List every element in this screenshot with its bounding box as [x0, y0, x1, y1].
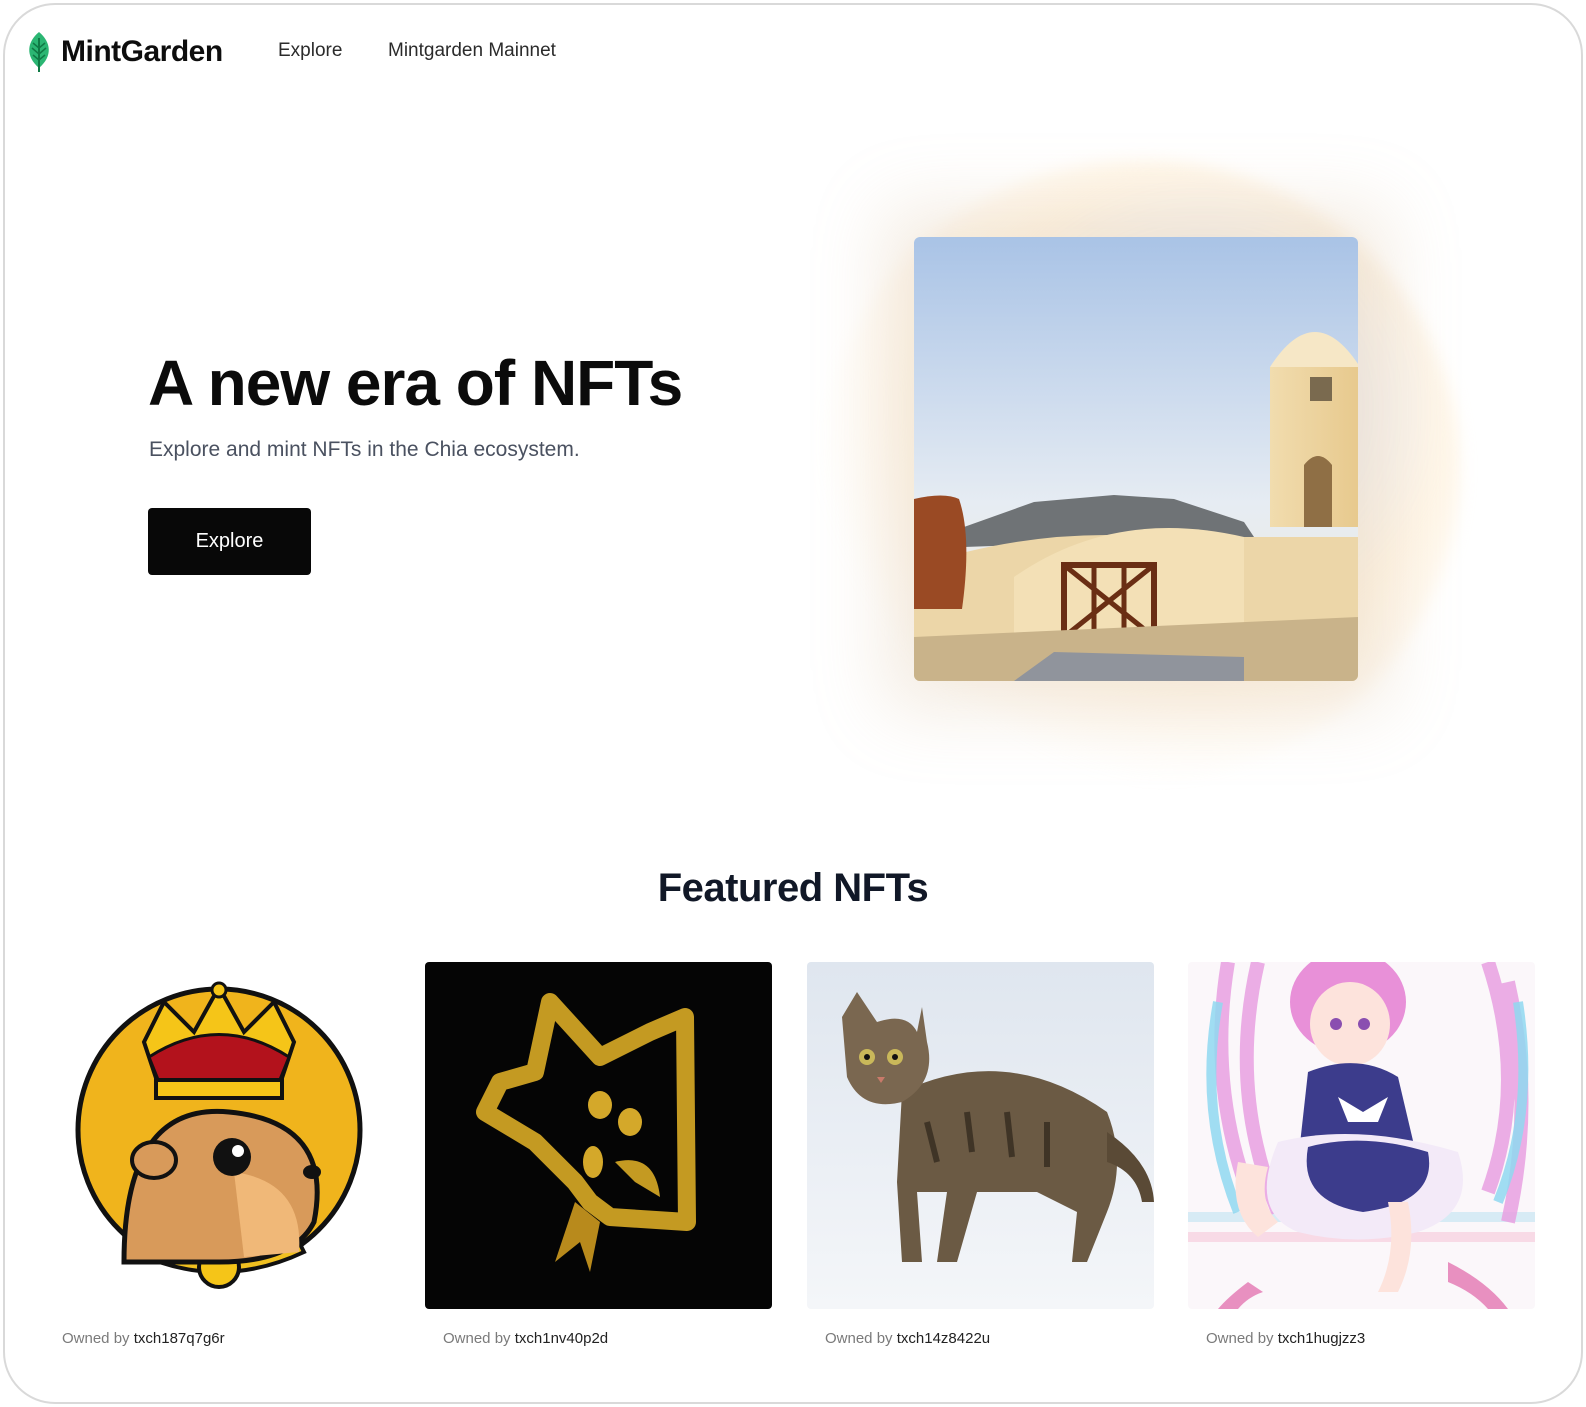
hero-subtitle: Explore and mint NFTs in the Chia ecosys… — [149, 438, 580, 461]
nft-card[interactable]: Owned by txch14z8422u — [807, 962, 1154, 1347]
owned-by-label: Owned by — [62, 1330, 130, 1347]
nft-image[interactable] — [1188, 962, 1535, 1309]
owner-address-link[interactable]: txch187q7g6r — [134, 1330, 225, 1347]
tabby-cat-illustration — [807, 962, 1154, 1309]
nav-explore[interactable]: Explore — [278, 40, 342, 62]
owned-by-label: Owned by — [443, 1330, 511, 1347]
owner-address-link[interactable]: txch14z8422u — [897, 1330, 990, 1347]
nft-owner-caption: Owned by txch187q7g6r — [62, 1330, 225, 1347]
nft-image[interactable] — [425, 962, 772, 1309]
nft-owner-caption: Owned by txch1hugjzz3 — [1206, 1330, 1365, 1347]
hero-image — [914, 237, 1358, 681]
brand-name: MintGarden — [61, 35, 223, 68]
nft-owner-caption: Owned by txch1nv40p2d — [443, 1330, 608, 1347]
nav-network-selector[interactable]: Mintgarden Mainnet — [388, 40, 556, 62]
anime-maid-illustration — [1188, 962, 1535, 1309]
hero-title: A new era of NFTs — [148, 347, 683, 419]
gold-cat-mask-illustration — [425, 962, 772, 1309]
nft-image[interactable] — [44, 962, 391, 1309]
owner-address-link[interactable]: txch1hugjzz3 — [1278, 1330, 1366, 1347]
crowned-gopher-illustration — [44, 962, 391, 1309]
owned-by-label: Owned by — [825, 1330, 893, 1347]
leaf-icon — [29, 32, 49, 72]
owned-by-label: Owned by — [1206, 1330, 1274, 1347]
nft-image[interactable] — [807, 962, 1154, 1309]
nft-card[interactable]: Owned by txch1hugjzz3 — [1188, 962, 1535, 1347]
owner-address-link[interactable]: txch1nv40p2d — [515, 1330, 608, 1347]
nft-card[interactable]: Owned by txch1nv40p2d — [425, 962, 772, 1347]
explore-button[interactable]: Explore — [148, 508, 311, 575]
santorini-illustration — [914, 237, 1358, 681]
featured-title: Featured NFTs — [657, 866, 929, 910]
nft-card[interactable]: Owned by txch187q7g6r — [44, 962, 391, 1347]
brand-logo[interactable]: MintGarden — [25, 32, 223, 72]
nft-owner-caption: Owned by txch14z8422u — [825, 1330, 990, 1347]
